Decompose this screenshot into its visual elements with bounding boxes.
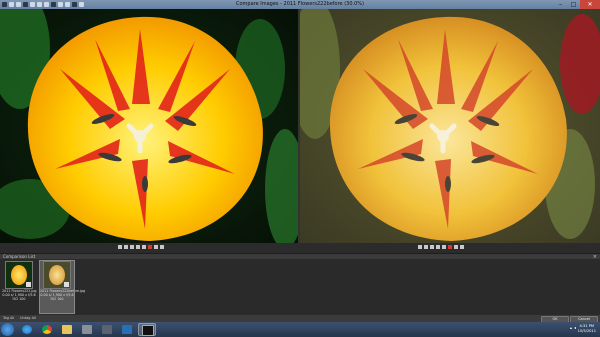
internet-explorer-icon [22, 325, 32, 334]
tag-icon[interactable] [442, 245, 446, 249]
photo-app-icon [122, 325, 132, 334]
sync-icon[interactable] [72, 2, 77, 7]
list-item[interactable]: 2011 Flowers222.jpg 0.00 s/ 1,900 x f/5.… [2, 261, 37, 313]
right-pane-toolbar [418, 243, 464, 251]
zoom-out-icon[interactable] [424, 245, 428, 249]
pin-icon[interactable] [16, 2, 21, 7]
clock-date: 10/5/2011 [577, 329, 596, 333]
checkbox-icon[interactable] [64, 282, 69, 287]
tag-icon[interactable] [142, 245, 146, 249]
single-view-icon[interactable] [44, 2, 49, 7]
thumbnail-iso: ISO 100 [50, 297, 64, 301]
lock-icon[interactable] [65, 2, 70, 7]
split-view-icon[interactable] [51, 2, 56, 7]
info-icon[interactable] [160, 245, 164, 249]
taskbar-explorer-button[interactable] [58, 323, 76, 336]
rating-icon[interactable] [154, 245, 158, 249]
photo-editor-icon [142, 325, 154, 336]
actual-size-icon[interactable] [136, 245, 140, 249]
window-title: Compare Images - 2011 Flowers222before (… [236, 1, 364, 7]
app-icon [102, 325, 112, 334]
zoom-out-icon[interactable] [124, 245, 128, 249]
close-button[interactable]: ✕ [580, 0, 600, 9]
fit-icon[interactable] [37, 2, 42, 7]
fit-icon[interactable] [430, 245, 434, 249]
reject-icon[interactable] [448, 245, 452, 249]
comparison-list: 2011 Flowers222.jpg 0.00 s/ 1,900 x f/5.… [0, 259, 600, 315]
taskbar-chrome-button[interactable] [38, 323, 56, 336]
maximize-button[interactable]: □ [567, 0, 580, 9]
taskbar-app-button[interactable] [78, 323, 96, 336]
menu-icon[interactable] [30, 2, 35, 7]
toolbar [0, 0, 84, 9]
info-icon[interactable] [79, 2, 84, 7]
rating-icon[interactable] [454, 245, 458, 249]
taskbar-photo-editor-button[interactable] [138, 323, 156, 336]
zoom-in-icon[interactable] [418, 245, 422, 249]
clock[interactable]: 4:31 PM 10/5/2011 [578, 324, 596, 334]
start-button[interactable] [1, 323, 14, 336]
window-controls: – □ ✕ [554, 0, 600, 9]
hand-icon[interactable] [9, 2, 14, 7]
left-pane-toolbar [118, 243, 164, 251]
flower-photo-after [0, 9, 298, 243]
left-image-pane[interactable] [0, 9, 298, 243]
untag-all-button[interactable]: Untag All [20, 316, 36, 321]
eyedropper-icon[interactable] [23, 2, 28, 7]
fit-icon[interactable] [130, 245, 134, 249]
actual-size-icon[interactable] [436, 245, 440, 249]
flower-photo-before [300, 9, 600, 243]
volume-icon[interactable]: ◂ [574, 325, 576, 330]
thumbnail-image [43, 261, 71, 289]
reject-icon[interactable] [148, 245, 152, 249]
network-icon[interactable]: ▴ [570, 325, 572, 330]
grid-icon[interactable] [58, 2, 63, 7]
bottom-bar: Tag All Untag All OK Cancel [0, 315, 600, 323]
taskbar-app-button[interactable] [98, 323, 116, 336]
system-tray: ▴ ◂ [570, 325, 576, 330]
minimize-button[interactable]: – [554, 0, 567, 9]
zoom-icon[interactable] [2, 2, 7, 7]
tag-all-button[interactable]: Tag All [3, 316, 14, 321]
zoom-in-icon[interactable] [118, 245, 122, 249]
checkbox-icon[interactable] [26, 282, 31, 287]
image-compare-area [0, 9, 600, 243]
right-image-pane[interactable] [300, 9, 600, 243]
taskbar-ie-button[interactable] [18, 323, 36, 336]
taskbar: ▴ ◂ 4:31 PM 10/5/2011 [0, 322, 600, 337]
info-icon[interactable] [460, 245, 464, 249]
thumbnail-image [5, 261, 33, 289]
app-icon [82, 325, 92, 334]
taskbar-app-button[interactable] [118, 323, 136, 336]
folder-icon [62, 325, 72, 334]
thumbnail-iso: ISO 100 [12, 297, 26, 301]
chrome-icon [42, 325, 52, 334]
list-item[interactable]: 2011 Flowers222before.jpg 0.00 s/ 1,900 … [39, 260, 85, 314]
